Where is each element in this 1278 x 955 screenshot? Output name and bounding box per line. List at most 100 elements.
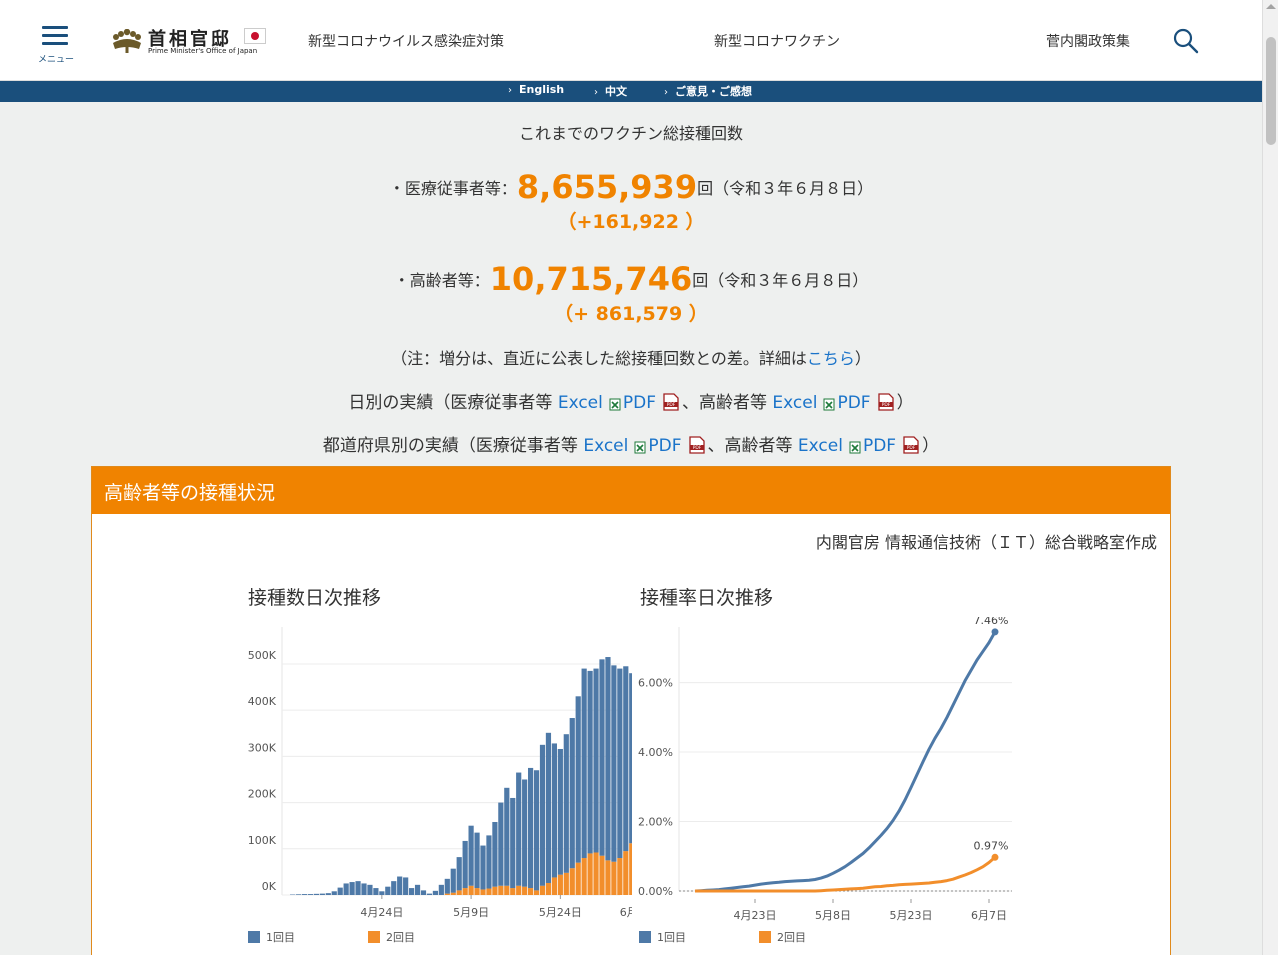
prefecture-results-line: 都道府県別の実績（医療従事者等 Excel PDF PDF 、高齢者等 Excel PD… [0, 431, 1262, 456]
subnav-english[interactable]: › English [508, 83, 564, 96]
pdf-file-icon: PDF [663, 393, 679, 411]
nav-covid-measures[interactable]: 新型コロナウイルス感染症対策 [308, 31, 504, 51]
note-details-link[interactable]: こちら [807, 349, 855, 368]
bar-dose1 [456, 857, 462, 891]
note-suffix: ） [854, 349, 871, 368]
bar-dose1 [557, 748, 563, 875]
bar-dose2 [551, 877, 557, 895]
menu-label: メニュー [38, 55, 75, 65]
bar-dose1 [307, 894, 314, 895]
medical-prefix: ・医療従事者等： [388, 179, 517, 198]
x-tick-label: 5月23日 [890, 909, 933, 922]
scrollbar-thumb[interactable] [1266, 37, 1276, 145]
daily-medical-excel-link[interactable]: Excel [558, 393, 603, 413]
bar-dose1 [444, 878, 450, 894]
medical-count: 8,655,939 [516, 168, 698, 206]
bar-dose2 [510, 888, 516, 895]
search-icon[interactable] [1172, 27, 1200, 55]
bar-dose2 [545, 882, 552, 895]
bar-dose2 [611, 861, 617, 895]
pref-elderly-pdf-link[interactable]: PDF [863, 436, 896, 456]
line-series-1 [694, 631, 997, 893]
subnav-feedback[interactable]: › ご意見・ご感想 [664, 83, 752, 99]
elderly-vaccination-panel: 高齢者等の接種状況 内閣官房 情報通信技術（ＩＴ）総合戦略室作成 接種数日次推移… [91, 466, 1171, 955]
pdf-file-icon: PDF [877, 393, 894, 411]
x-tick-label: 5月24日 [539, 906, 582, 919]
daily-elderly-excel-link[interactable]: Excel [772, 393, 817, 413]
bar-dose1 [468, 825, 474, 886]
pref-medical-pdf-link[interactable]: PDF [648, 436, 681, 456]
bar-dose1 [414, 884, 421, 895]
bar-dose2 [480, 889, 486, 895]
bar-dose2 [450, 892, 456, 895]
bar-dose1 [301, 894, 308, 895]
bar-dose2 [474, 888, 480, 895]
excel-file-icon [634, 441, 646, 454]
bar-dose1 [563, 734, 569, 873]
bar-dose1 [504, 787, 510, 886]
svg-text:PDF: PDF [667, 402, 676, 408]
bar-dose1 [379, 891, 385, 895]
site-logo[interactable]: 首相官邸 Prime Minister's Office of Japan [110, 25, 280, 59]
elderly-suffix: 回（令和３年６月８日） [692, 271, 869, 290]
elderly-increase: （+ 861,579 ） [554, 303, 708, 325]
bar-dose1 [533, 770, 540, 891]
bar-dose2 [462, 888, 468, 895]
bar-dose2 [539, 885, 546, 895]
bar-dose1 [295, 894, 302, 895]
paulownia-emblem-icon [113, 29, 141, 53]
bar-dose1 [593, 668, 599, 853]
bar-dose1 [575, 696, 581, 863]
elderly-count-line: ・高齢者等：10,715,746回（令和３年６月８日） [0, 260, 1262, 298]
bar-dose2 [617, 858, 623, 895]
bar-dose1 [545, 732, 552, 883]
bar-dose1 [492, 821, 498, 887]
legend-swatch [368, 931, 380, 943]
subnav-chinese[interactable]: › 中文 [594, 83, 627, 99]
daily-medical-pdf-link[interactable]: PDF [623, 393, 656, 413]
note-prefix: （注：増分は、直近に公表した総接種回数との差。詳細は [391, 349, 807, 368]
nav-cabinet-policy[interactable]: 菅内閣政策集 [1046, 31, 1130, 51]
bar-dose1 [385, 886, 391, 895]
bar-dose2 [581, 858, 587, 895]
bar-dose1 [409, 888, 415, 895]
daily-elderly-pdf-link[interactable]: PDF [837, 393, 870, 413]
hamburger-icon [42, 26, 68, 29]
bar-dose1 [486, 835, 492, 889]
bar-dose1 [587, 670, 593, 854]
y-tick-label: 200K [248, 788, 277, 801]
panel-header: 高齢者等の接種状況 [92, 467, 1170, 514]
daily-results-line: 日別の実績（医療従事者等 Excel PDF PDF 、高齢者等 Excel PDF PD… [0, 388, 1262, 413]
prefecture-results-prefix: 都道府県別の実績（医療従事者等 [322, 436, 578, 456]
bar-dose2 [456, 890, 462, 895]
bar-dose2 [528, 888, 534, 895]
bar-dose1 [528, 767, 534, 889]
daily-results-close: ） [896, 393, 914, 413]
menu-button[interactable]: メニュー [38, 24, 75, 65]
excel-file-icon [823, 398, 835, 411]
bar-dose1 [361, 883, 367, 895]
line-end-label: 7.46% [974, 617, 1009, 627]
bar-dose1 [510, 797, 516, 889]
pref-elderly-excel-link[interactable]: Excel [798, 436, 843, 456]
page-scrollbar[interactable] [1262, 0, 1278, 955]
y-tick-label: 0K [262, 880, 277, 893]
svg-text:PDF: PDF [907, 445, 916, 451]
bar-dose1 [319, 893, 325, 895]
bar-dose2 [569, 868, 575, 895]
bar-dose2 [599, 855, 605, 895]
bar-dose2 [575, 862, 581, 895]
pref-medical-excel-link[interactable]: Excel [583, 436, 628, 456]
line-end-point [991, 628, 999, 636]
bar-dose1 [373, 888, 379, 895]
bar-dose1 [397, 876, 403, 895]
hamburger-icon-bar [42, 42, 68, 45]
bar-dose1 [367, 884, 373, 895]
nav-covid-vaccine[interactable]: 新型コロナワクチン [714, 31, 840, 51]
scroll-up-icon[interactable] [1266, 4, 1276, 9]
prefecture-results-sep: 、高齢者等 [707, 436, 793, 456]
pdf-file-icon: PDF [903, 436, 919, 454]
medical-count-line: ・医療従事者等：8,655,939回（令和３年６月８日） [0, 168, 1262, 206]
bar-dose1 [611, 665, 617, 862]
chevron-right-icon: › [594, 87, 598, 98]
